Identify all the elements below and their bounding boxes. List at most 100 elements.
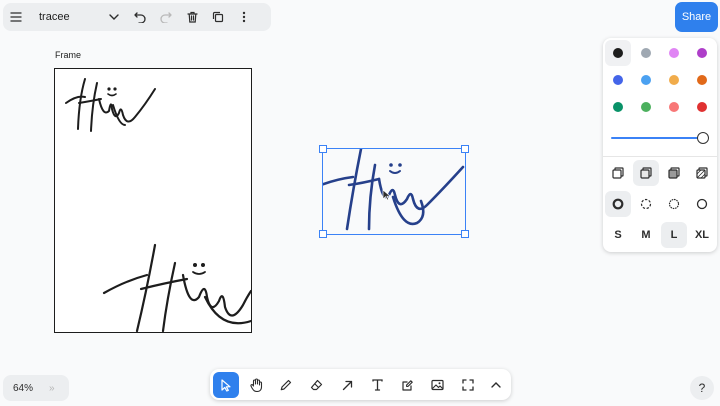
zoom-control: 64% »: [3, 375, 69, 401]
text-tool-button[interactable]: [364, 372, 390, 398]
fill-none-button[interactable]: [605, 160, 631, 186]
resize-handle-bottom-left[interactable]: [319, 230, 327, 238]
zoom-level-button[interactable]: 64%: [3, 383, 49, 394]
chevron-up-icon: [491, 382, 501, 388]
resize-handle-bottom-right[interactable]: [461, 230, 469, 238]
share-button[interactable]: Share: [675, 2, 718, 32]
color-swatch: [669, 102, 679, 112]
note-icon: [401, 379, 413, 391]
size-xl-button[interactable]: XL: [689, 222, 715, 248]
eraser-icon: [310, 379, 322, 391]
color-swatch: [697, 102, 707, 112]
fill-solid-icon: [668, 167, 680, 179]
color-yellow-button[interactable]: [661, 67, 687, 93]
opacity-slider[interactable]: [611, 130, 709, 146]
style-panel: S M L XL: [603, 38, 717, 252]
color-green-button[interactable]: [605, 94, 631, 120]
menu-bar: tracee: [3, 3, 271, 31]
chevron-down-icon: [109, 14, 119, 20]
more-vertical-icon: [242, 11, 246, 23]
fill-semi-icon: [640, 167, 652, 179]
more-actions-button[interactable]: [231, 3, 257, 31]
more-tools-button[interactable]: [483, 372, 509, 398]
note-tool-button[interactable]: [394, 372, 420, 398]
color-swatch: [697, 48, 707, 58]
undo-button[interactable]: [127, 3, 153, 31]
frame-tool-button[interactable]: [455, 372, 481, 398]
fill-none-icon: [612, 167, 624, 179]
fill-semi-button[interactable]: [633, 160, 659, 186]
color-blue-button[interactable]: [605, 67, 631, 93]
hand-tool-button[interactable]: [243, 372, 269, 398]
selection-box[interactable]: [319, 145, 469, 238]
color-light-green-button[interactable]: [633, 94, 659, 120]
dash-draw-icon: [612, 198, 624, 210]
signature-drawing-selected[interactable]: [323, 149, 465, 234]
duplicate-button[interactable]: [205, 3, 231, 31]
opacity-slider-thumb[interactable]: [697, 132, 709, 144]
color-swatch: [641, 75, 651, 85]
color-swatch: [613, 75, 623, 85]
dash-solid-button[interactable]: [689, 191, 715, 217]
panel-divider: [603, 156, 717, 157]
mouse-cursor-icon: [382, 189, 391, 201]
frame-icon: [462, 379, 474, 391]
duplicate-icon: [212, 11, 224, 23]
draw-tool-button[interactable]: [273, 372, 299, 398]
resize-handle-top-left[interactable]: [319, 145, 327, 153]
pointer-icon: [221, 378, 231, 392]
text-icon: [371, 379, 383, 391]
color-violet-button[interactable]: [689, 40, 715, 66]
main-menu-button[interactable]: [3, 3, 29, 31]
color-swatch: [641, 102, 651, 112]
media-tool-button[interactable]: [424, 372, 450, 398]
signature-drawing-large[interactable]: [55, 69, 251, 332]
color-swatch: [641, 48, 651, 58]
color-swatch: [697, 75, 707, 85]
color-swatch: [613, 102, 623, 112]
frame-label[interactable]: Frame: [55, 50, 81, 60]
frame-shape[interactable]: [54, 68, 252, 333]
size-s-button[interactable]: S: [605, 222, 631, 248]
color-grey-button[interactable]: [633, 40, 659, 66]
trash-icon: [186, 11, 198, 23]
color-orange-button[interactable]: [689, 67, 715, 93]
dash-dashed-icon: [640, 198, 652, 210]
redo-icon: [160, 11, 172, 23]
color-swatch: [669, 48, 679, 58]
image-icon: [430, 379, 444, 391]
size-l-button[interactable]: L: [661, 222, 687, 248]
fill-solid-button[interactable]: [661, 160, 687, 186]
delete-button[interactable]: [179, 3, 205, 31]
fill-pattern-button[interactable]: [689, 160, 715, 186]
opacity-slider-track: [611, 137, 703, 139]
color-light-red-button[interactable]: [661, 94, 687, 120]
dash-solid-icon: [696, 198, 708, 210]
hand-icon: [249, 378, 262, 392]
dash-dotted-button[interactable]: [661, 191, 687, 217]
help-button[interactable]: ?: [690, 376, 714, 400]
dash-dashed-button[interactable]: [633, 191, 659, 217]
minimap-toggle-button[interactable]: »: [49, 383, 55, 394]
dash-dotted-icon: [668, 198, 680, 210]
fill-pattern-icon: [696, 167, 708, 179]
pencil-icon: [280, 379, 292, 391]
dash-draw-button[interactable]: [605, 191, 631, 217]
hamburger-icon: [10, 12, 22, 22]
color-red-button[interactable]: [689, 94, 715, 120]
select-tool-button[interactable]: [213, 372, 239, 398]
tool-toolbar: [210, 369, 511, 400]
resize-handle-top-right[interactable]: [461, 145, 469, 153]
redo-button[interactable]: [153, 3, 179, 31]
color-swatch: [613, 48, 623, 58]
undo-icon: [134, 11, 146, 23]
eraser-tool-button[interactable]: [303, 372, 329, 398]
color-light-violet-button[interactable]: [661, 40, 687, 66]
arrow-tool-button[interactable]: [334, 372, 360, 398]
color-black-button[interactable]: [605, 40, 631, 66]
size-m-button[interactable]: M: [633, 222, 659, 248]
document-title[interactable]: tracee: [33, 11, 101, 23]
page-menu-button[interactable]: [101, 3, 127, 31]
color-light-blue-button[interactable]: [633, 67, 659, 93]
color-swatch: [669, 75, 679, 85]
